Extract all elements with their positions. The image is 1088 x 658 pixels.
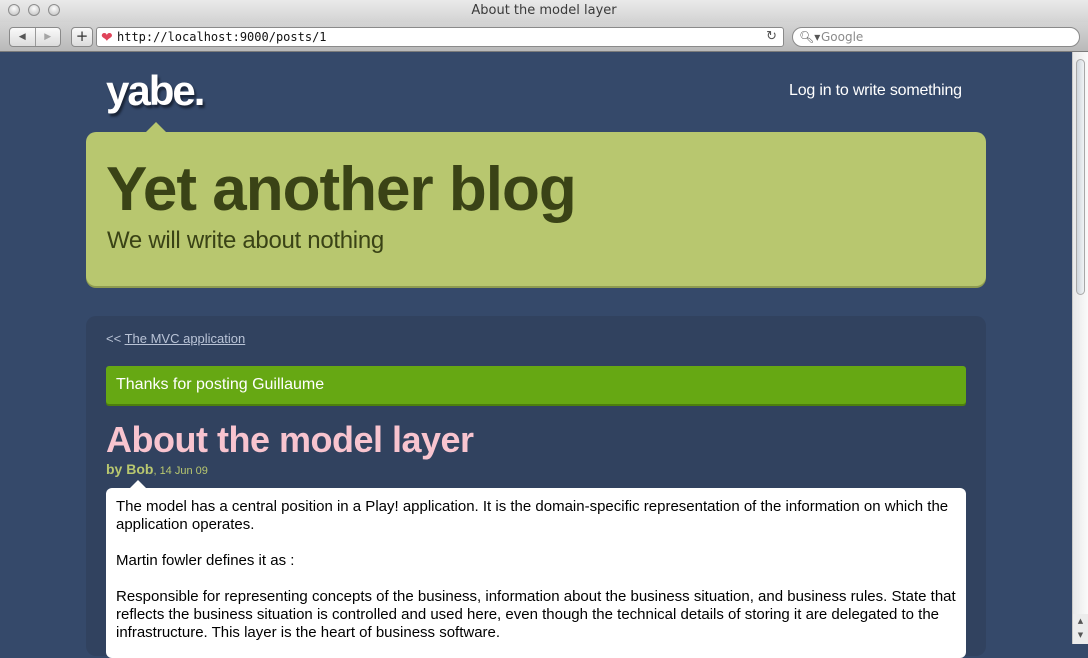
url-text[interactable]: http://localhost:9000/posts/1 (117, 28, 327, 46)
post-author: by Bob (106, 461, 154, 477)
scrollbar-thumb[interactable] (1076, 59, 1085, 295)
login-link[interactable]: Log in to write something (789, 82, 962, 100)
flash-message: Thanks for posting Guillaume (106, 366, 966, 404)
back-button[interactable]: ◀ (10, 28, 35, 46)
address-bar[interactable]: ❤ http://localhost:9000/posts/1 ↻ (96, 27, 784, 47)
previous-post-nav: << The MVC application (106, 331, 245, 346)
post-paragraph: Responsible for representing concepts of… (116, 588, 956, 641)
search-placeholder: Google (821, 30, 864, 44)
site-logo[interactable]: yabe. (106, 66, 205, 116)
previous-marker: << (106, 331, 122, 346)
browser-toolbar: ◀ ▶ + ❤ http://localhost:9000/posts/1 ↻ … (0, 22, 1088, 52)
search-field[interactable]: 🔍︎▾ Google (792, 27, 1080, 47)
blog-title: Yet another blog (106, 155, 577, 224)
magnifier-icon[interactable]: 🔍︎▾ (799, 30, 820, 44)
scroll-down-arrow-icon[interactable]: ▼ (1078, 631, 1083, 639)
post-metadata: by Bob, 14 Jun 09 (106, 461, 208, 477)
window-title: About the model layer (471, 3, 617, 18)
history-buttons: ◀ ▶ (9, 27, 61, 47)
forward-button[interactable]: ▶ (34, 28, 61, 46)
vertical-scrollbar[interactable]: ▲ ▼ (1072, 52, 1088, 644)
add-bookmark-button[interactable]: + (71, 27, 93, 47)
post-paragraph: The model has a central position in a Pl… (116, 498, 949, 533)
post-title: About the model layer (106, 419, 474, 460)
post-body: The model has a central position in a Pl… (106, 488, 966, 658)
post-date: , 14 Jun 09 (153, 465, 208, 477)
blog-description: We will write about nothing (107, 227, 384, 254)
post-paragraph: Martin fowler defines it as : (116, 552, 295, 569)
previous-post-link[interactable]: The MVC application (125, 331, 246, 346)
reload-icon[interactable]: ↻ (766, 28, 777, 46)
window-titlebar: About the model layer (0, 0, 1088, 22)
scroll-arrows[interactable]: ▲ ▼ (1073, 614, 1088, 644)
header-pointer (146, 122, 166, 132)
heart-favicon-icon: ❤ (101, 29, 113, 45)
scroll-up-arrow-icon[interactable]: ▲ (1078, 617, 1083, 625)
